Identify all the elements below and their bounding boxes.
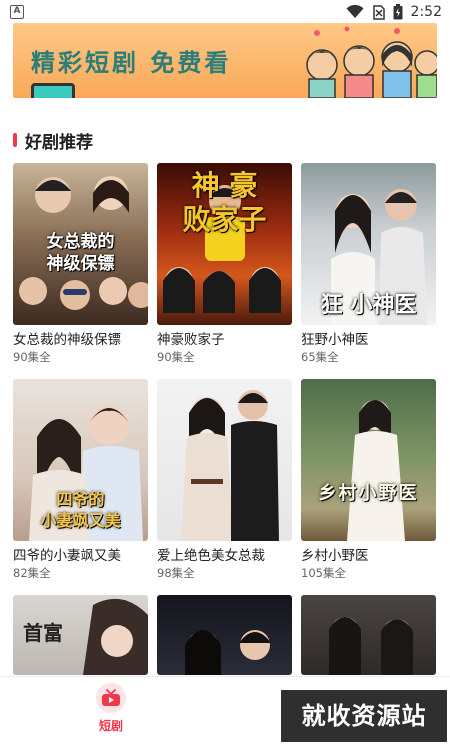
poster-caption: 乡村小野医	[318, 483, 419, 504]
poster-caption: 神 豪 败家子	[182, 169, 267, 236]
section-header: 好剧推荐	[13, 128, 93, 153]
banner-text: 精彩短剧 免费看	[31, 48, 232, 77]
drama-card[interactable]: 首富	[13, 595, 148, 675]
tv-play-icon	[96, 683, 126, 713]
drama-poster[interactable]: 首富	[13, 595, 148, 675]
drama-poster[interactable]	[157, 595, 292, 675]
drama-title[interactable]: 狂野小神医	[301, 332, 436, 349]
drama-episodes: 90集全	[13, 350, 51, 364]
drama-card[interactable]: 神 豪 败家子 神豪败家子 90集全	[157, 163, 292, 365]
drama-card[interactable]: 狂 小神医 狂野小神医 65集全	[301, 163, 436, 365]
status-time: 2:52	[410, 4, 442, 20]
drama-title[interactable]: 乡村小野医	[301, 548, 436, 565]
wifi-icon	[346, 5, 364, 18]
drama-episodes: 65集全	[301, 350, 339, 364]
status-icons: 2:52	[346, 3, 442, 21]
drama-card[interactable]: 四爷的 小妻飒又美 四爷的小妻飒又美 82集全	[13, 379, 148, 581]
poster-caption: 女总裁的 神级保镖	[46, 232, 115, 274]
status-bar: A 2:52	[0, 0, 450, 24]
tab-label: 短剧	[98, 719, 123, 733]
no-sim-icon	[372, 4, 385, 20]
drama-card[interactable]: 女总裁的 神级保镖 女总裁的神级保镖 90集全	[13, 163, 148, 365]
drama-poster[interactable]: 四爷的 小妻飒又美	[13, 379, 148, 541]
phone-illustration	[31, 83, 75, 98]
promo-banner[interactable]: 精彩短剧 免费看	[13, 23, 437, 98]
battery-icon	[393, 4, 403, 20]
drama-card[interactable]: 爱上绝色美女总裁 98集全	[157, 379, 292, 581]
drama-card[interactable]	[157, 595, 292, 675]
watermark-overlay: 就收资源站	[281, 690, 447, 742]
cartoon-people-illustration	[306, 26, 437, 98]
section-title: 好剧推荐	[25, 132, 93, 153]
drama-episodes: 105集全	[301, 566, 346, 580]
drama-poster[interactable]: 神 豪 败家子	[157, 163, 292, 325]
drama-episodes: 82集全	[13, 566, 51, 580]
poster-caption: 首富	[23, 621, 63, 645]
drama-poster[interactable]	[301, 595, 436, 675]
drama-title[interactable]: 四爷的小妻飒又美	[13, 548, 148, 565]
drama-title[interactable]: 神豪败家子	[157, 332, 292, 349]
drama-title[interactable]: 爱上绝色美女总裁	[157, 548, 292, 565]
notification-icon: A	[10, 5, 24, 19]
poster-caption: 狂 小神医	[320, 292, 417, 318]
drama-episodes: 98集全	[157, 566, 195, 580]
drama-poster[interactable]: 女总裁的 神级保镖	[13, 163, 148, 325]
tab-short-drama[interactable]: 短剧	[88, 683, 134, 735]
section-accent-bar	[13, 133, 17, 147]
drama-poster[interactable]	[157, 379, 292, 541]
drama-title[interactable]: 女总裁的神级保镖	[13, 332, 148, 349]
drama-poster[interactable]: 乡村小野医	[301, 379, 436, 541]
drama-card[interactable]: 乡村小野医 乡村小野医 105集全	[301, 379, 436, 581]
poster-caption: 四爷的 小妻飒又美	[40, 490, 121, 530]
drama-episodes: 90集全	[157, 350, 195, 364]
drama-poster[interactable]: 狂 小神医	[301, 163, 436, 325]
drama-card[interactable]	[301, 595, 436, 675]
